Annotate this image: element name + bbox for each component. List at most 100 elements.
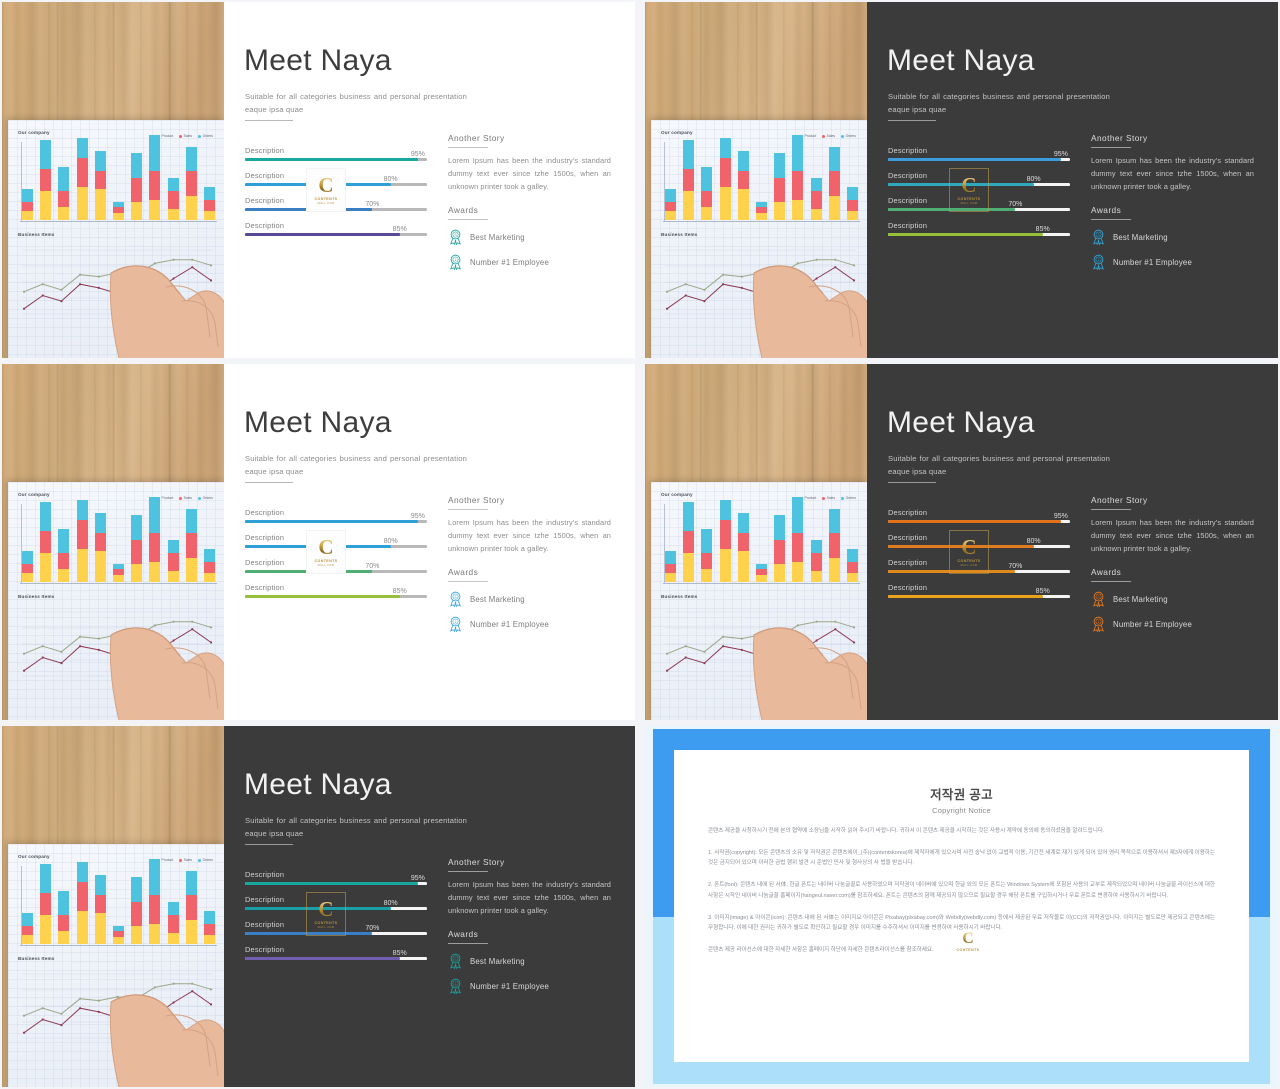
slide-5[interactable]: Our company Product Sales Orders Business … <box>2 726 635 1087</box>
bar-segment <box>22 211 33 220</box>
another-story-body: Lorem Ipsum has been the industry's stan… <box>448 156 611 192</box>
bar-segment <box>58 191 70 207</box>
watermark-line2: MALL COM <box>960 563 978 567</box>
bar-column <box>94 150 106 220</box>
award-ribbon-icon: S <box>450 953 461 970</box>
progress-track <box>245 158 427 161</box>
bar-segment <box>683 501 695 531</box>
bar-segment <box>737 150 749 171</box>
heading-divider <box>448 147 488 148</box>
bar-segment <box>76 548 88 582</box>
progress-item: Description 95% <box>245 870 427 885</box>
contents-watermark: C CONTENTS <box>955 926 981 956</box>
bar-column <box>76 137 88 220</box>
bar-segment <box>737 532 749 551</box>
award-label: Best Marketing <box>1113 232 1168 242</box>
slide-4[interactable]: Our company Product Sales Orders Business … <box>645 364 1278 720</box>
right-column: Another Story Lorem Ipsum has been the i… <box>448 495 611 633</box>
progress-value: 80% <box>383 538 398 546</box>
bar-segment <box>665 550 676 565</box>
bar-column <box>58 166 70 220</box>
slide-1[interactable]: Our company Product Sales Orders Business … <box>2 2 635 358</box>
line-chart-title: Business Items <box>18 594 55 599</box>
bar-segment <box>94 150 106 171</box>
award-ribbon-icon: 1 <box>450 978 461 995</box>
progress-item: Description 95% <box>888 508 1070 523</box>
chart-title: Our company <box>18 492 50 497</box>
svg-text:1: 1 <box>1098 620 1100 624</box>
progress-item: Description 95% <box>245 508 427 523</box>
slide-content: Meet Naya Suitable for all categories bu… <box>867 364 1278 720</box>
slide-2[interactable]: Our company Product Sales Orders Business … <box>645 2 1278 358</box>
progress-value: 80% <box>383 900 398 908</box>
bar-segment <box>22 926 33 936</box>
bar-column <box>40 139 52 220</box>
bar-segment <box>719 186 731 220</box>
page-title: Meet Naya <box>887 44 1035 77</box>
award-item: 1 Number #1 Employee <box>448 616 611 633</box>
heading-divider <box>448 871 488 872</box>
right-column: Another Story Lorem Ipsum has been the i… <box>448 133 611 271</box>
progress-value: 85% <box>1035 226 1050 234</box>
bar-segment <box>683 530 695 554</box>
bar-column <box>683 139 695 220</box>
bar-column <box>76 499 88 582</box>
bar-segment <box>22 573 33 582</box>
legend-entry: Sales <box>179 858 192 862</box>
award-item: S Best Marketing <box>1091 229 1254 246</box>
bar-segment <box>76 519 88 549</box>
award-ribbon-icon: 1 <box>1093 254 1104 271</box>
bar-segment <box>719 519 731 549</box>
bar-segment <box>665 564 676 574</box>
progress-value: 85% <box>1035 588 1050 596</box>
bar-column <box>58 890 70 944</box>
progress-item: Description 95% <box>888 146 1070 161</box>
slide-3[interactable]: Our company Product Sales Orders Business … <box>2 364 635 720</box>
another-story-body: Lorem Ipsum has been the industry's stan… <box>1091 518 1254 554</box>
progress-value: 85% <box>392 226 407 234</box>
bar-segment <box>701 528 713 554</box>
progress-value: 85% <box>392 588 407 596</box>
another-story-heading: Another Story <box>1091 133 1148 143</box>
bar-column <box>665 188 676 220</box>
progress-value: 80% <box>1026 538 1041 546</box>
bar-segment <box>76 861 88 882</box>
slide-content: Meet Naya Suitable for all categories bu… <box>224 364 635 720</box>
bar-column <box>76 861 88 944</box>
copyright-paragraph-2: 1. 서작권(copyright): 모든 콘텐츠의 소유 및 저작권은 콘텐츠… <box>708 849 1215 867</box>
bar-segment <box>58 930 70 944</box>
hero-photo: Our company Product Sales Orders Business … <box>2 364 224 720</box>
award-ribbon-icon: S <box>450 591 461 608</box>
hero-photo: Our company Product Sales Orders Business … <box>2 2 224 358</box>
award-ribbon-icon: S <box>1093 229 1104 246</box>
bar-segment <box>683 168 695 192</box>
awards-divider <box>1091 219 1131 221</box>
watermark-line2: MALL COM <box>317 925 335 929</box>
bar-segment <box>40 530 52 554</box>
bar-segment <box>737 170 749 189</box>
bar-segment <box>22 202 33 212</box>
progress-value: 80% <box>1026 176 1041 184</box>
awards-divider <box>1091 581 1131 583</box>
progress-fill <box>888 595 1043 598</box>
watermark-line2: MALL COM <box>317 563 335 567</box>
right-column: Another Story Lorem Ipsum has been the i… <box>1091 495 1254 633</box>
subtitle-divider <box>245 120 293 121</box>
chart-title: Our company <box>18 130 50 135</box>
awards-heading: Awards <box>1091 205 1122 216</box>
award-item: S Best Marketing <box>448 591 611 608</box>
progress-value: 70% <box>1008 563 1023 571</box>
legend-entry: Orders <box>198 858 213 862</box>
award-item: S Best Marketing <box>448 953 611 970</box>
bar-segment <box>76 137 88 158</box>
watermark-line1: CONTENTS <box>957 559 981 564</box>
chart-legend: Product Sales Orders <box>799 496 856 500</box>
bar-column <box>40 501 52 582</box>
hero-photo: Our company Product Sales Orders Business … <box>645 364 867 720</box>
legend-entry: Sales <box>822 496 835 500</box>
pointing-hand <box>106 890 224 1087</box>
watermark-line2: MALL COM <box>317 201 335 205</box>
right-column: Another Story Lorem Ipsum has been the i… <box>448 857 611 995</box>
bar-column <box>94 874 106 944</box>
progress-track <box>888 233 1070 236</box>
